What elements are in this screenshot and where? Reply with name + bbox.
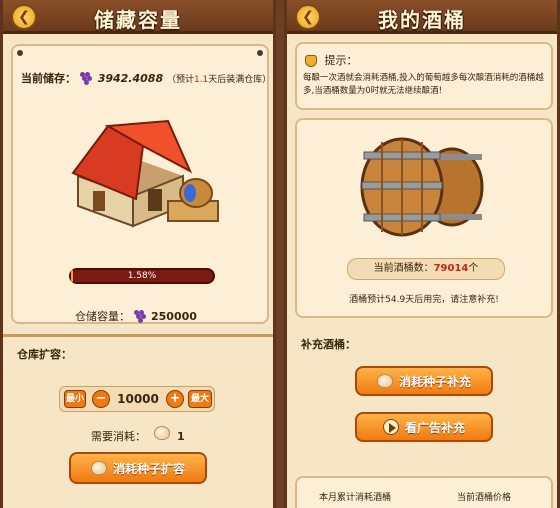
expand-stepper: 最小 − 10000 + 最大 (59, 386, 215, 412)
refill-with-ad-button[interactable]: 看广告补充 (355, 412, 493, 442)
section-divider (3, 334, 273, 337)
monthly-consumption-label: 本月累计消耗酒桶 (319, 493, 392, 503)
stepper-value[interactable]: 10000 (114, 390, 162, 408)
seed-refill-label: 消耗种子补充 (398, 374, 471, 389)
storage-card: 当前储存： 3942.4088 （预计1.1天后装满仓库） 1.58% 仓储容量… (11, 44, 271, 324)
current-stock-label: 当前储存： (21, 72, 76, 85)
barrel-panel: ❮ 我的酒桶 提示： 每酿一次酒就会消耗酒桶,投入的葡萄越多每次酿酒消耗的酒桶越… (284, 0, 560, 508)
cost-value: 1 (177, 430, 185, 443)
tip-text: 每酿一次酒就会消耗酒桶,投入的葡萄越多每次酿酒消耗的酒桶越多,当酒桶数量为0时就… (303, 73, 544, 96)
page-title: 储藏容量 (94, 8, 182, 32)
capacity-label: 仓储容量： (75, 310, 130, 323)
current-stock-row: 当前储存： 3942.4088 （预计1.1天后装满仓库） (21, 70, 271, 86)
max-button[interactable]: 最大 (188, 390, 212, 408)
storage-progress-text: 1.58% (127, 271, 157, 281)
grape-icon (133, 310, 148, 324)
warehouse-illustration (71, 119, 219, 228)
storage-panel: ❮ 储藏容量 当前储存： 3942.4088 （预计1.1天后装满仓库） 1.5… (0, 0, 276, 508)
barrel-count-unit: 个 (468, 263, 479, 274)
ad-refill-label: 看广告补充 (404, 420, 465, 435)
capacity-value: 250000 (151, 310, 197, 323)
seed-icon (376, 374, 393, 388)
seed-icon (90, 461, 107, 475)
stats-card: 本月累计消耗酒桶 当前酒桶价格 (295, 476, 553, 508)
barrel-count-label: 当前酒桶数： (373, 263, 434, 274)
minus-button[interactable]: − (92, 390, 110, 408)
nail-decoration (17, 50, 23, 56)
barrel-card: 当前酒桶数：79014个 酒桶预计54.9天后用完，请注意补充! (295, 118, 553, 318)
expand-label: 仓库扩容： (17, 348, 72, 361)
tip-title: 提示： (324, 54, 358, 67)
barrel-price-label: 当前酒桶价格 (457, 493, 512, 503)
barrel-count-value: 79014 (433, 263, 469, 274)
expand-with-seeds-button[interactable]: 消耗种子扩容 (69, 452, 207, 484)
tip-title-row: 提示： (305, 52, 358, 68)
bell-icon (305, 55, 317, 67)
forecast-text: （预计1.1天后装满仓库） (166, 75, 272, 85)
refill-with-seeds-button[interactable]: 消耗种子补充 (355, 366, 493, 396)
barrel-illustration (360, 137, 484, 237)
grape-icon (79, 72, 94, 86)
refill-label: 补充酒桶： (301, 338, 356, 351)
cost-row: 需要消耗： 1 (91, 426, 185, 444)
barrel-count-badge: 当前酒桶数：79014个 (347, 258, 505, 280)
cost-label: 需要消耗： (91, 430, 146, 443)
storage-progress-bar: 1.58% (69, 268, 215, 284)
seed-icon (153, 426, 170, 440)
expand-button-label: 消耗种子扩容 (112, 461, 185, 476)
barrel-forecast: 酒桶预计54.9天后用完，请注意补充! (349, 295, 499, 305)
current-stock-value: 3942.4088 (97, 72, 164, 85)
play-icon (382, 419, 399, 435)
page-title: 我的酒桶 (378, 8, 466, 32)
capacity-row: 仓储容量： 250000 (75, 308, 197, 324)
min-button[interactable]: 最小 (64, 390, 86, 408)
tip-card: 提示： 每酿一次酒就会消耗酒桶,投入的葡萄越多每次酿酒消耗的酒桶越多,当酒桶数量… (295, 42, 553, 110)
storage-header: ❮ 储藏容量 (3, 0, 273, 34)
barrel-header: ❮ 我的酒桶 (287, 0, 557, 34)
plus-button[interactable]: + (166, 390, 184, 408)
nail-decoration (257, 50, 263, 56)
